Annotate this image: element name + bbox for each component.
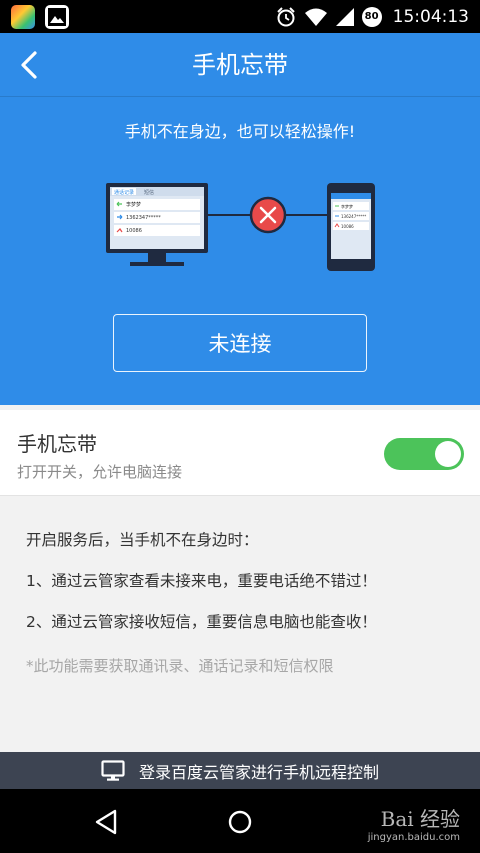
page-title: 手机忘带 [192,51,288,79]
hero-section: 手机忘带 手机不在身边，也可以轻松操作! 通话记录 短信 李梦梦 1362347… [0,33,480,405]
app-bar: 手机忘带 [0,33,480,97]
pc-row-3: 10086 [126,228,142,234]
computer-icon: 通话记录 短信 李梦梦 1362347***** 10086 [106,183,208,266]
enable-toggle[interactable] [384,438,464,470]
connection-status-button[interactable]: 未连接 [113,314,367,372]
setting-title: 手机忘带 [17,432,97,456]
pc-row-2: 1362347***** [126,215,161,221]
watermark: Bai 经验 jingyan.baidu.com [368,803,460,843]
disconnected-icon [249,196,287,234]
phone-row-3: 10086 [341,224,354,229]
alarm-icon [276,6,295,26]
pc-tab-calls: 通话记录 [114,189,134,196]
nav-back-icon[interactable] [90,805,124,839]
watermark-url: jingyan.baidu.com [367,832,460,843]
pc-row-1: 李梦梦 [126,201,141,208]
signal-icon [335,7,354,26]
info-item-1: 1、通过云管家查看未接来电，重要电话绝不错过！ [26,572,377,590]
wifi-icon [304,8,327,26]
setting-card: 手机忘带 打开开关，允许电脑连接 [0,410,480,496]
remote-login-bar[interactable]: 登录百度云管家进行手机远程控制 [0,752,480,789]
battery-icon: 80 [361,6,382,27]
status-time: 15:04:13 [392,6,469,27]
app-shortcut-icon [11,5,35,29]
remote-login-label: 登录百度云管家进行手机远程控制 [138,762,379,782]
phone-row-2: 136247***** [341,214,366,219]
permission-note: *此功能需要获取通讯录、通话记录和短信权限 [26,657,334,675]
pc-tab-sms: 短信 [144,189,154,196]
hero-subtitle: 手机不在身边，也可以轻松操作! [124,122,356,141]
phone-row-1: 李梦梦 [341,203,353,209]
gallery-icon [45,5,69,29]
toggle-knob [435,441,461,467]
connection-illustration: 通话记录 短信 李梦梦 1362347***** 10086 李梦梦 13624… [106,183,375,271]
status-bar: 80 15:04:13 [0,0,480,33]
system-nav-bar: Bai 经验 jingyan.baidu.com [0,789,480,853]
setting-subtitle: 打开开关，允许电脑连接 [17,463,183,481]
nav-home-icon[interactable] [223,805,257,839]
info-heading: 开启服务后，当手机不在身边时： [26,531,259,549]
watermark-title: Bai 经验 [380,807,460,831]
monitor-icon [101,759,125,781]
phone-icon: 李梦梦 136247***** 10086 [327,183,375,271]
info-item-2: 2、通过云管家接收短信，重要信息电脑也能查收！ [26,613,377,631]
